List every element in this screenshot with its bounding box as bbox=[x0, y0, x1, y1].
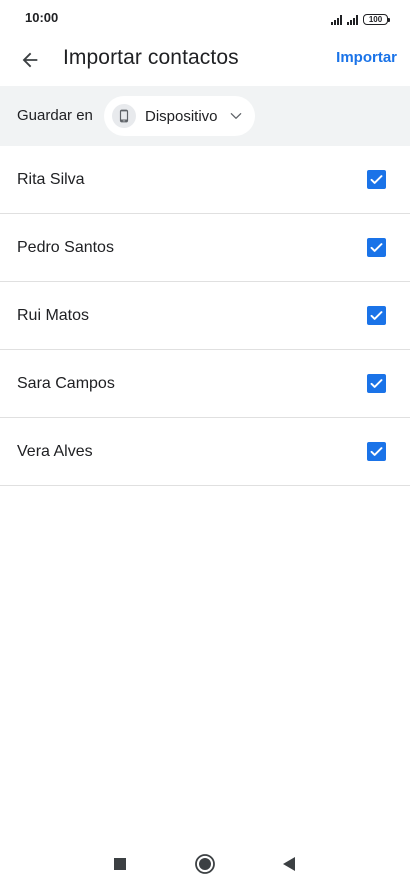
home-button[interactable] bbox=[193, 852, 217, 876]
signal-icon bbox=[331, 15, 342, 25]
status-time: 10:00 bbox=[25, 10, 59, 25]
battery-icon: 100 bbox=[363, 14, 390, 25]
chevron-down-icon bbox=[229, 109, 243, 123]
contact-checkbox[interactable] bbox=[367, 442, 386, 461]
contact-checkbox[interactable] bbox=[367, 238, 386, 257]
back-nav-button[interactable] bbox=[277, 852, 301, 876]
contact-name: Pedro Santos bbox=[17, 239, 114, 256]
check-icon bbox=[370, 243, 383, 252]
contact-list: Rita Silva Pedro Santos Rui Matos Sara C… bbox=[0, 146, 410, 486]
check-icon bbox=[370, 175, 383, 184]
status-bar: 10:00 100 bbox=[0, 0, 410, 36]
contact-row[interactable]: Pedro Santos bbox=[0, 214, 410, 282]
account-selector-label: Dispositivo bbox=[145, 107, 218, 125]
contact-checkbox[interactable] bbox=[367, 374, 386, 393]
contact-checkbox[interactable] bbox=[367, 170, 386, 189]
system-nav-bar bbox=[0, 838, 410, 888]
signal-icon bbox=[347, 15, 358, 25]
contact-name: Vera Alves bbox=[17, 443, 93, 460]
save-to-label: Guardar en bbox=[17, 107, 93, 124]
contact-row[interactable]: Rita Silva bbox=[0, 146, 410, 214]
square-icon bbox=[114, 858, 126, 870]
phone-icon bbox=[119, 109, 129, 123]
status-icons: 100 bbox=[331, 11, 390, 25]
account-icon-wrap bbox=[112, 104, 136, 128]
arrow-back-icon bbox=[22, 52, 38, 68]
check-icon bbox=[370, 311, 383, 320]
recents-button[interactable] bbox=[108, 852, 132, 876]
contact-row[interactable]: Rui Matos bbox=[0, 282, 410, 350]
account-selector[interactable]: Dispositivo bbox=[104, 96, 255, 136]
back-button[interactable] bbox=[14, 44, 46, 76]
contact-name: Sara Campos bbox=[17, 375, 115, 392]
contact-row[interactable]: Sara Campos bbox=[0, 350, 410, 418]
contact-checkbox[interactable] bbox=[367, 306, 386, 325]
page-title: Importar contactos bbox=[63, 46, 239, 69]
triangle-back-icon bbox=[283, 857, 295, 871]
circle-icon bbox=[195, 854, 215, 874]
check-icon bbox=[370, 379, 383, 388]
contact-name: Rita Silva bbox=[17, 171, 85, 188]
contact-row[interactable]: Vera Alves bbox=[0, 418, 410, 486]
check-icon bbox=[370, 447, 383, 456]
contact-name: Rui Matos bbox=[17, 307, 90, 324]
save-to-bar: Guardar en Dispositivo bbox=[0, 86, 410, 146]
app-bar: Importar contactos Importar bbox=[0, 36, 410, 86]
import-button[interactable]: Importar bbox=[336, 49, 397, 66]
